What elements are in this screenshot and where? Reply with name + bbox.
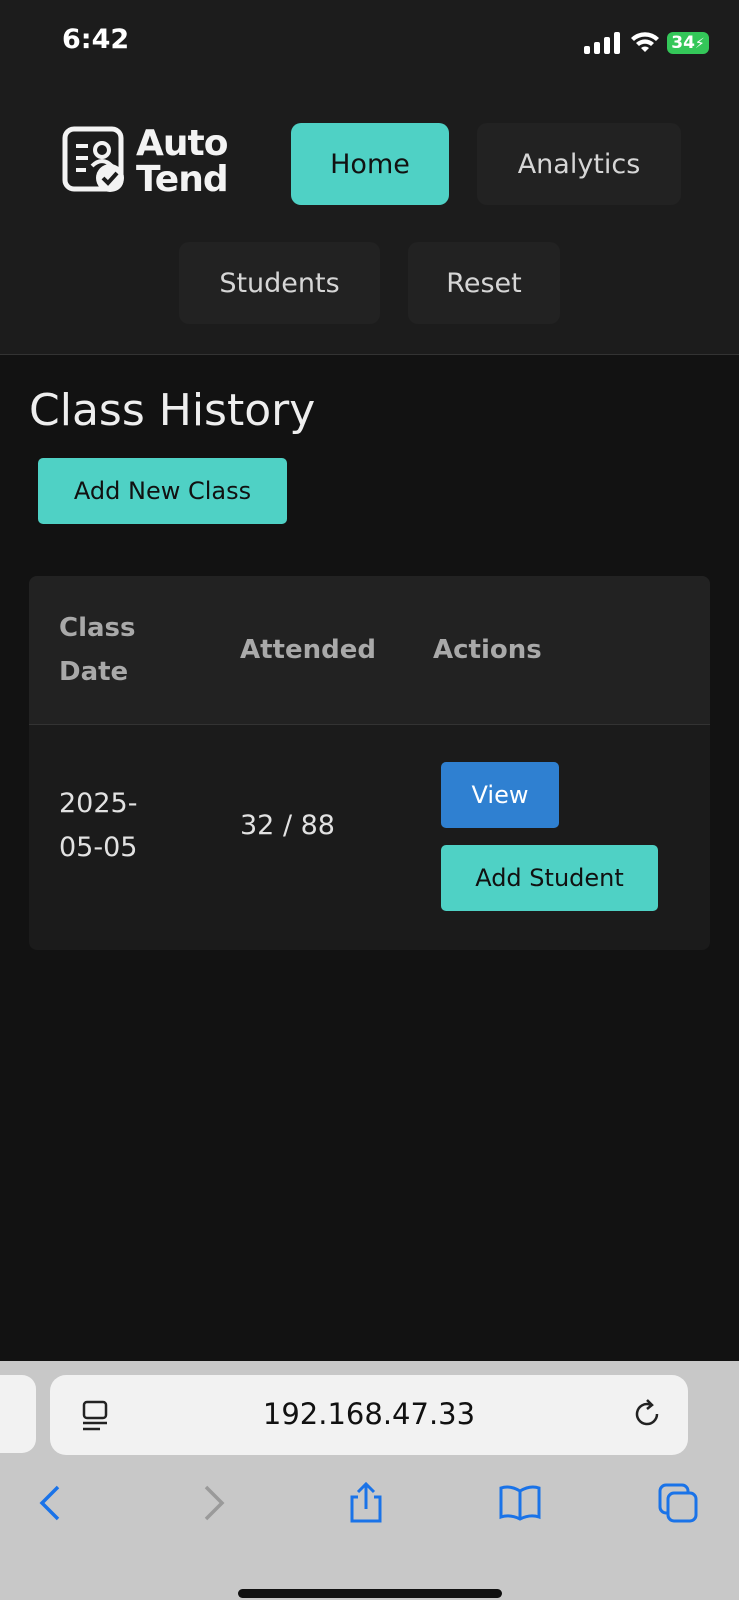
- reload-icon[interactable]: [630, 1397, 664, 1431]
- add-student-button[interactable]: Add Student: [441, 845, 658, 911]
- cell-attended: 32 / 88: [240, 810, 335, 841]
- app-logo[interactable]: Auto Tend: [62, 126, 232, 198]
- logo-icon: [62, 126, 124, 192]
- tabs-icon[interactable]: [656, 1481, 700, 1525]
- table-header: Class Date Attended Actions: [29, 576, 710, 725]
- bookmarks-icon[interactable]: [498, 1481, 542, 1525]
- class-history-table: Class Date Attended Actions 2025- 05-05 …: [29, 576, 710, 950]
- logo-line-2: Tend: [136, 159, 229, 200]
- nav-reset-button[interactable]: Reset: [408, 242, 560, 324]
- forward-icon[interactable]: [190, 1481, 234, 1525]
- table-row: 2025- 05-05 32 / 88 View Add Student: [29, 724, 710, 950]
- battery-level: 34: [671, 33, 695, 53]
- logo-text: Auto Tend: [136, 123, 229, 200]
- logo-line-1: Auto: [136, 123, 228, 164]
- status-time: 6:42: [62, 24, 130, 55]
- nav-home-button[interactable]: Home: [291, 123, 449, 205]
- column-header-actions: Actions: [433, 635, 542, 665]
- view-button[interactable]: View: [441, 762, 559, 828]
- page-title: Class History: [29, 385, 316, 436]
- back-icon[interactable]: [30, 1481, 74, 1525]
- wifi-icon: [631, 32, 659, 52]
- battery-icon: 34⚡: [667, 32, 709, 54]
- cell-class-date: 2025- 05-05: [59, 788, 138, 863]
- signal-icon: [584, 32, 620, 54]
- column-header-class-date: Class Date: [59, 613, 136, 687]
- share-icon[interactable]: [344, 1481, 388, 1525]
- browser-toolbar: 192.168.47.33: [0, 1361, 739, 1600]
- nav-analytics-button[interactable]: Analytics: [477, 123, 681, 205]
- nav-students-button[interactable]: Students: [179, 242, 380, 324]
- status-bar: 6:42 34⚡: [0, 0, 739, 86]
- address-bar[interactable]: 192.168.47.33: [50, 1375, 688, 1455]
- app-header: Auto Tend Home Analytics Students Reset: [0, 86, 739, 355]
- column-header-attended: Attended: [240, 635, 376, 665]
- home-indicator: [238, 1589, 502, 1598]
- previous-tab-preview[interactable]: [0, 1375, 36, 1453]
- add-new-class-button[interactable]: Add New Class: [38, 458, 287, 524]
- url-text: 192.168.47.33: [262, 1397, 476, 1431]
